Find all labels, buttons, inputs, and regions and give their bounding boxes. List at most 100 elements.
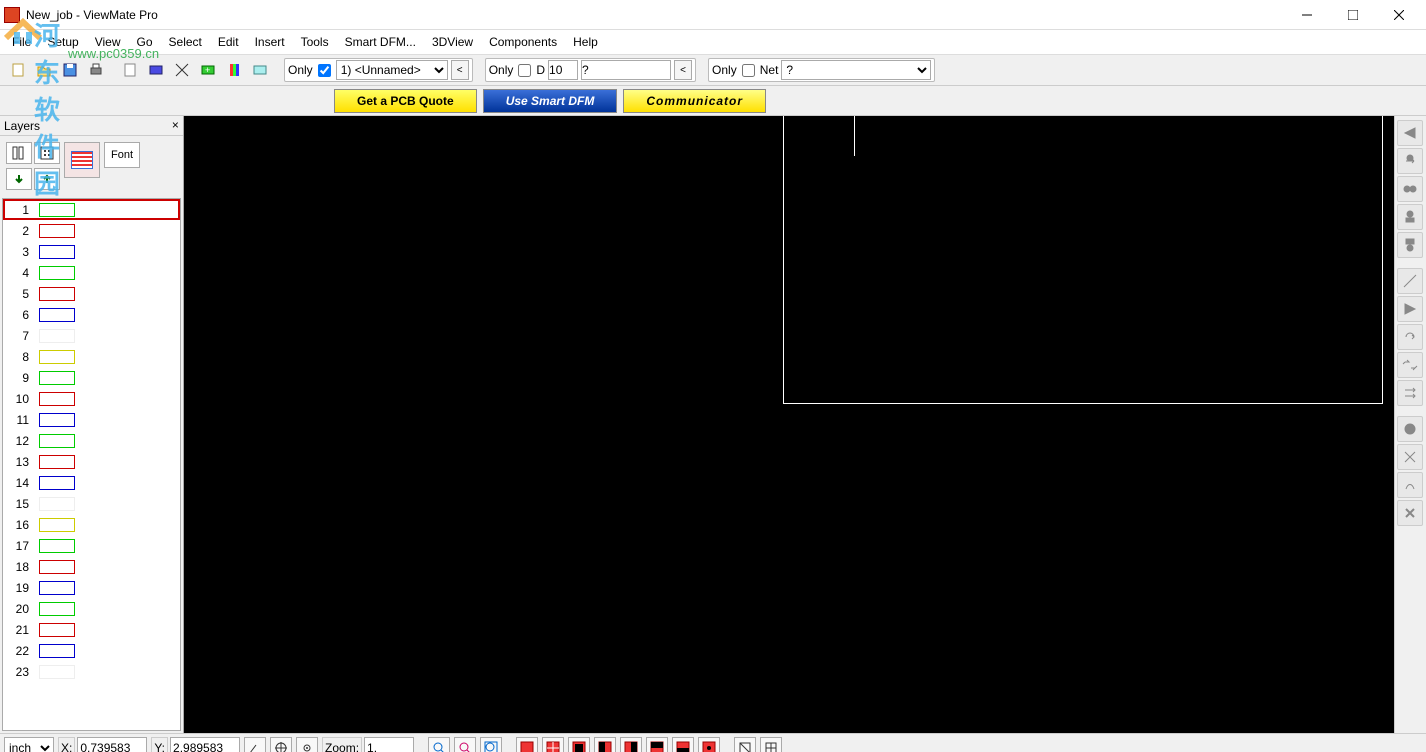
layer-color-swatch[interactable]: [39, 476, 75, 490]
page-button[interactable]: [118, 58, 142, 82]
layer-color-swatch[interactable]: [39, 560, 75, 574]
rtool-5[interactable]: [1397, 232, 1423, 258]
rtool-7[interactable]: [1397, 296, 1423, 322]
minimize-button[interactable]: [1284, 0, 1330, 30]
layer-color-swatch[interactable]: [39, 203, 75, 217]
layer-row-10[interactable]: 10: [3, 388, 180, 409]
rtool-14[interactable]: [1397, 500, 1423, 526]
layer-row-3[interactable]: 3: [3, 241, 180, 262]
layer-color-swatch[interactable]: [39, 497, 75, 511]
layer-row-1[interactable]: 1: [3, 199, 180, 220]
only-checkbox-3[interactable]: [742, 64, 755, 77]
menu-go[interactable]: Go: [129, 32, 161, 52]
layer-row-22[interactable]: 22: [3, 640, 180, 661]
rtool-10[interactable]: [1397, 380, 1423, 406]
new-file-button[interactable]: [6, 58, 30, 82]
menu-view[interactable]: View: [87, 32, 129, 52]
layer-color-swatch[interactable]: [39, 518, 75, 532]
d-input[interactable]: [548, 60, 578, 80]
menu-components[interactable]: Components: [481, 32, 565, 52]
canvas[interactable]: [184, 116, 1394, 733]
layer-color-swatch[interactable]: [39, 455, 75, 469]
layer-row-15[interactable]: 15: [3, 493, 180, 514]
layer-row-23[interactable]: 23: [3, 661, 180, 682]
layer-select[interactable]: 1) <Unnamed>: [336, 60, 448, 80]
menu-edit[interactable]: Edit: [210, 32, 247, 52]
layer-row-18[interactable]: 18: [3, 556, 180, 577]
rtool-9[interactable]: [1397, 352, 1423, 378]
unit-select[interactable]: inch: [4, 737, 54, 752]
grid-1-button[interactable]: [516, 737, 538, 752]
y-input[interactable]: [170, 737, 240, 752]
grid-4-button[interactable]: [594, 737, 616, 752]
layer-prev-button[interactable]: <: [451, 60, 469, 80]
grid-5-button[interactable]: [620, 737, 642, 752]
pcb-quote-button[interactable]: Get a PCB Quote: [334, 89, 477, 113]
menu-setup[interactable]: Setup: [39, 32, 86, 52]
zoom-tool-button[interactable]: [428, 737, 450, 752]
layer-row-17[interactable]: 17: [3, 535, 180, 556]
menu-insert[interactable]: Insert: [247, 32, 293, 52]
menu-smart-dfm-[interactable]: Smart DFM...: [337, 32, 424, 52]
rtool-13[interactable]: [1397, 472, 1423, 498]
rtool-6[interactable]: [1397, 268, 1423, 294]
layers-tool-1[interactable]: [6, 142, 32, 164]
layer-up-button[interactable]: [34, 168, 60, 190]
menu-file[interactable]: File: [4, 32, 39, 52]
menu-help[interactable]: Help: [565, 32, 606, 52]
layer-color-swatch[interactable]: [39, 287, 75, 301]
only-checkbox-1[interactable]: [318, 64, 331, 77]
layer-row-2[interactable]: 2: [3, 220, 180, 241]
layer-row-11[interactable]: 11: [3, 409, 180, 430]
layers-tool-2[interactable]: [34, 142, 60, 164]
font-button[interactable]: Font: [104, 142, 140, 168]
layer-row-5[interactable]: 5: [3, 283, 180, 304]
menu-3dview[interactable]: 3DView: [424, 32, 481, 52]
layers-list[interactable]: 1234567891011121314151617181920212223: [2, 198, 181, 731]
layer-row-19[interactable]: 19: [3, 577, 180, 598]
measure-button[interactable]: [170, 58, 194, 82]
menu-select[interactable]: Select: [161, 32, 210, 52]
layer-color-swatch[interactable]: [39, 413, 75, 427]
layer-row-4[interactable]: 4: [3, 262, 180, 283]
angle-button[interactable]: [244, 737, 266, 752]
layer-color-swatch[interactable]: [39, 665, 75, 679]
layer-row-14[interactable]: 14: [3, 472, 180, 493]
layer-row-8[interactable]: 8: [3, 346, 180, 367]
layer-row-20[interactable]: 20: [3, 598, 180, 619]
rtool-1[interactable]: [1397, 120, 1423, 146]
rtool-2[interactable]: [1397, 148, 1423, 174]
layers-view-button[interactable]: [64, 142, 100, 178]
view-button[interactable]: [248, 58, 272, 82]
snap-1-button[interactable]: [734, 737, 756, 752]
layer-color-swatch[interactable]: [39, 371, 75, 385]
zoom-input[interactable]: [364, 737, 414, 752]
open-file-button[interactable]: [32, 58, 56, 82]
layer-row-12[interactable]: 12: [3, 430, 180, 451]
zoom-all-button[interactable]: [480, 737, 502, 752]
d-desc-input[interactable]: [581, 60, 671, 80]
layer-row-16[interactable]: 16: [3, 514, 180, 535]
layer-color-swatch[interactable]: [39, 308, 75, 322]
layer-color-swatch[interactable]: [39, 329, 75, 343]
layer-color-swatch[interactable]: [39, 392, 75, 406]
layer-color-swatch[interactable]: [39, 602, 75, 616]
color-button[interactable]: [222, 58, 246, 82]
grid-8-button[interactable]: [698, 737, 720, 752]
layer-color-swatch[interactable]: [39, 623, 75, 637]
layer-row-21[interactable]: 21: [3, 619, 180, 640]
layer-row-6[interactable]: 6: [3, 304, 180, 325]
layer-color-swatch[interactable]: [39, 350, 75, 364]
add-layer-button[interactable]: +: [196, 58, 220, 82]
target-button[interactable]: [296, 737, 318, 752]
grid-3-button[interactable]: [568, 737, 590, 752]
snap-2-button[interactable]: [760, 737, 782, 752]
rtool-4[interactable]: [1397, 204, 1423, 230]
layer-color-swatch[interactable]: [39, 644, 75, 658]
only-checkbox-2[interactable]: [518, 64, 531, 77]
layer-color-swatch[interactable]: [39, 224, 75, 238]
layer-row-9[interactable]: 9: [3, 367, 180, 388]
layer-color-swatch[interactable]: [39, 434, 75, 448]
communicator-button[interactable]: Communicator: [623, 89, 766, 113]
menu-tools[interactable]: Tools: [293, 32, 337, 52]
